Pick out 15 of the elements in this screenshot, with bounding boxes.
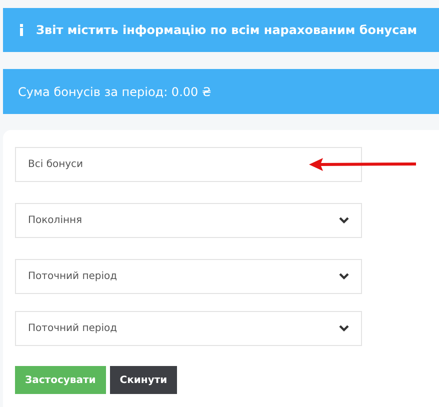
filter-select[interactable]: Поточний період <box>15 259 362 294</box>
info-icon <box>19 24 24 36</box>
select-value: Покоління <box>28 214 82 228</box>
total-text: Сума бонусів за період: 0.00 ₴ <box>18 84 212 100</box>
select-value: Поточний період <box>28 322 118 336</box>
filter-select[interactable]: Всі бонуси <box>15 147 362 182</box>
filter-select[interactable]: Покоління <box>15 203 362 238</box>
reset-button[interactable]: Скинути <box>110 366 178 394</box>
filter-select[interactable]: Поточний період <box>15 311 362 346</box>
chevron-down-icon <box>339 273 349 280</box>
chevron-down-icon <box>339 325 349 332</box>
chevron-down-icon <box>339 217 349 224</box>
select-value: Всі бонуси <box>28 158 84 172</box>
info-text: Звіт містить інформацію по всім нарахованим бонусам <box>36 22 418 39</box>
select-value: Поточний період <box>28 270 118 284</box>
